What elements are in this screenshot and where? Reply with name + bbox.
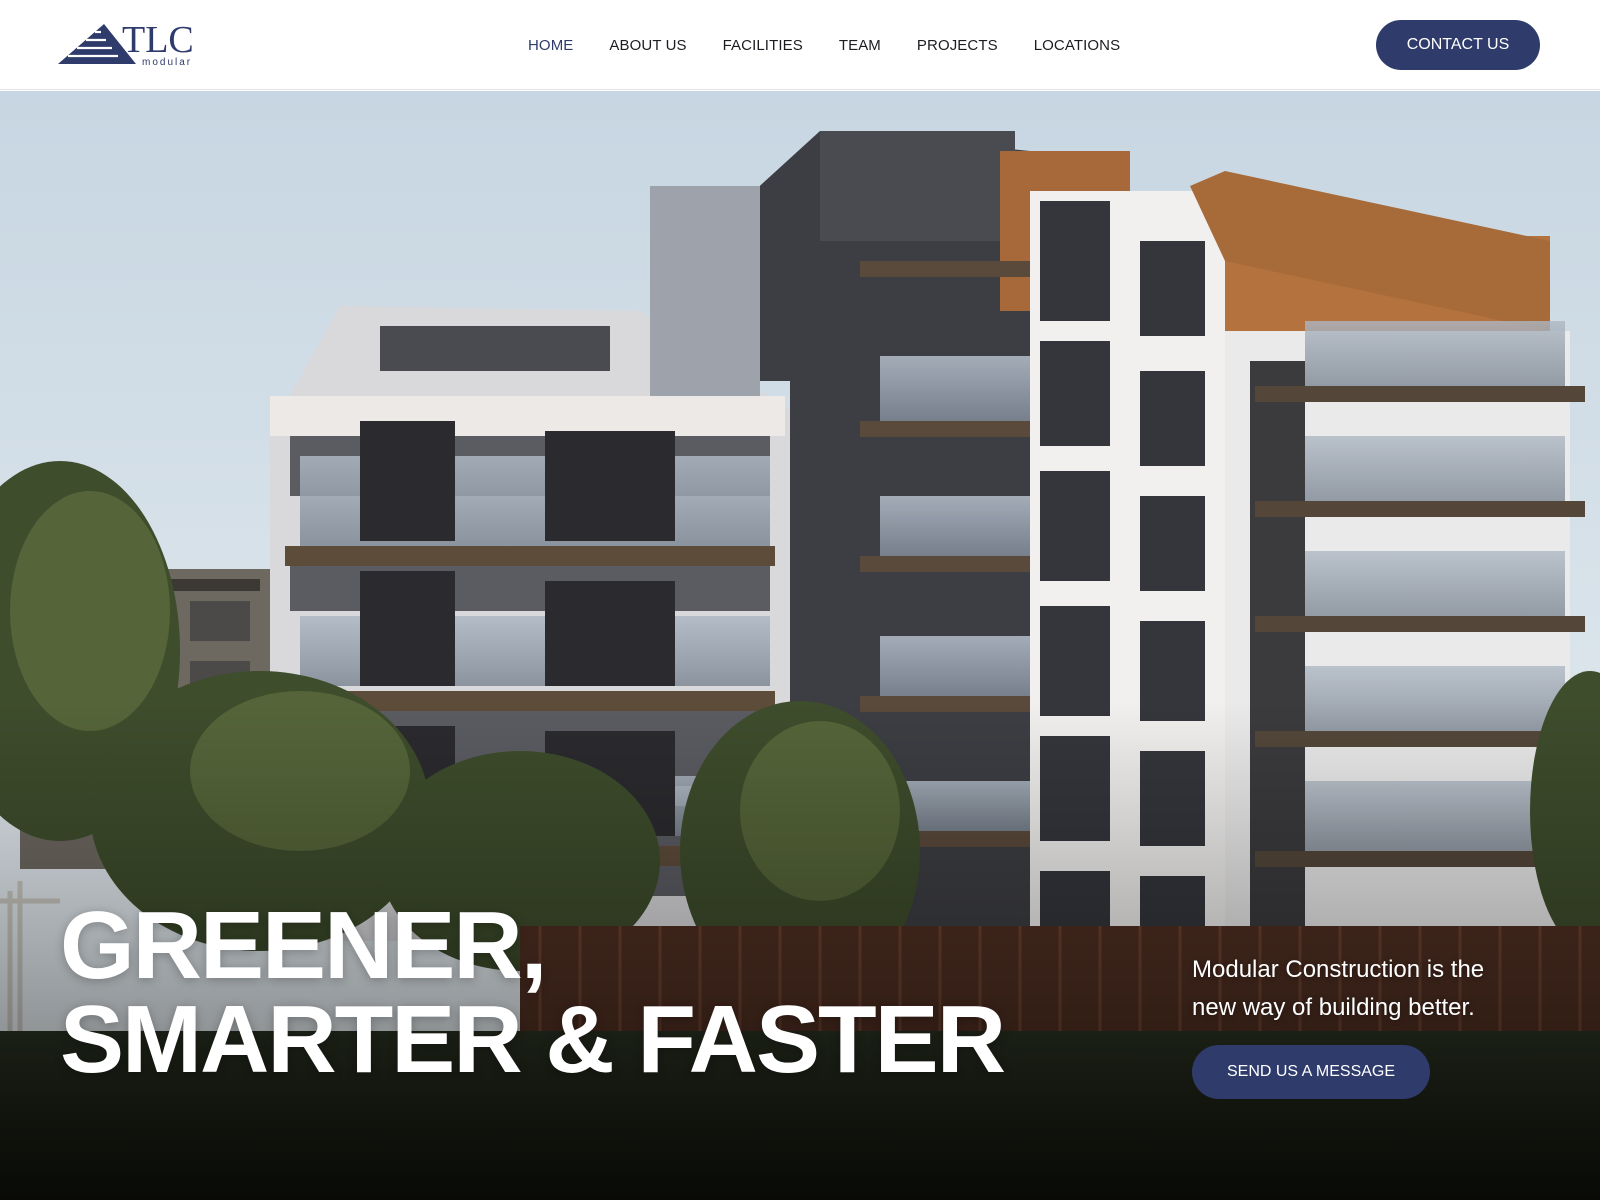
hero-section: GREENER, SMARTER & FASTER Modular Constr… xyxy=(0,91,1600,1200)
nav-facilities[interactable]: FACILITIES xyxy=(705,37,821,54)
hero-heading: GREENER, SMARTER & FASTER xyxy=(60,892,1060,1093)
nav-locations[interactable]: LOCATIONS xyxy=(1016,37,1138,54)
tlc-modular-logo[interactable]: TLC modular xyxy=(58,20,208,68)
hero-heading-line-2: SMARTER & FASTER xyxy=(60,986,1006,1093)
nav-home[interactable]: HOME xyxy=(510,37,591,54)
hero-subtext: Modular Construction is the new way of b… xyxy=(1192,956,1485,1021)
nav-about-us[interactable]: ABOUT US xyxy=(591,37,704,54)
hero-heading-line-1: GREENER, xyxy=(60,892,547,999)
svg-text:modular: modular xyxy=(142,57,192,68)
nav-projects[interactable]: PROJECTS xyxy=(899,37,1016,54)
contact-us-button[interactable]: CONTACT US xyxy=(1376,20,1540,70)
svg-text:TLC: TLC xyxy=(122,20,194,61)
site-header: TLC modular HOME ABOUT US FACILITIES TEA… xyxy=(0,0,1600,90)
send-message-button[interactable]: SEND US A MESSAGE xyxy=(1192,1045,1430,1099)
main-nav: HOME ABOUT US FACILITIES TEAM PROJECTS L… xyxy=(510,0,1138,90)
nav-team[interactable]: TEAM xyxy=(821,37,899,54)
